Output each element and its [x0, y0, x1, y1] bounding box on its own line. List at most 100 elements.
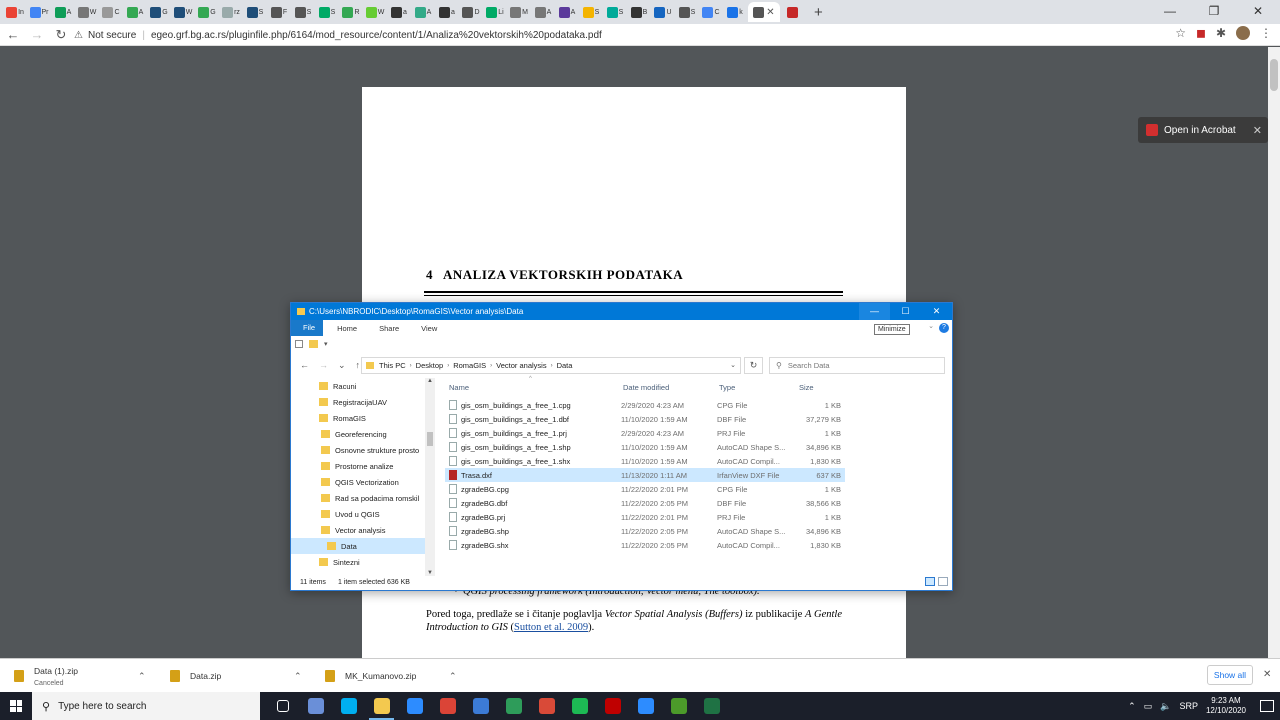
task-view-taskbar-button[interactable] — [266, 692, 299, 720]
ribbon-file-tab[interactable]: File — [291, 320, 324, 336]
star-icon[interactable]: ☆ — [1175, 26, 1186, 40]
maximize-button[interactable]: ☐ — [890, 303, 921, 320]
browser-tab[interactable]: B — [628, 2, 650, 22]
taskbar-search[interactable]: ⚲ Type here to search — [32, 692, 260, 720]
nav-tree-item[interactable]: Prostorne analize — [291, 458, 435, 474]
breadcrumb-item[interactable]: Desktop — [416, 361, 444, 370]
browser-tab[interactable]: C — [700, 2, 722, 22]
app-green-taskbar-button[interactable] — [497, 692, 530, 720]
nav-tree-item[interactable]: QGIS Vectorization — [291, 474, 435, 490]
open-in-acrobat-label[interactable]: Open in Acrobat — [1164, 125, 1236, 136]
file-row[interactable]: zgradeBG.prj 11/22/2020 2:01 PM PRJ File 1 … — [445, 510, 845, 524]
browser-tab[interactable]: F — [268, 2, 290, 22]
profile-avatar[interactable] — [1236, 26, 1250, 40]
download-item[interactable]: MK_Kumanovo.zip ⌃ — [325, 659, 465, 693]
qat-dropdown-icon[interactable]: ▾ — [324, 340, 328, 348]
help-icon[interactable]: ? — [939, 323, 949, 333]
app-n-taskbar-button[interactable] — [464, 692, 497, 720]
nav-tree-item[interactable]: Racuni — [291, 378, 435, 394]
browser-tab[interactable]: W — [364, 2, 386, 22]
app-red-taskbar-button[interactable] — [530, 692, 563, 720]
explorer-back-button[interactable]: ← — [300, 360, 309, 371]
browser-tab[interactable]: S — [676, 2, 698, 22]
new-tab-button[interactable]: + — [814, 4, 823, 21]
browser-tab[interactable]: S — [316, 2, 338, 22]
excel-taskbar-button[interactable] — [695, 692, 728, 720]
clock[interactable]: 9:23 AM 12/10/2020 — [1206, 696, 1246, 716]
ribbon-view-tab[interactable]: View — [421, 324, 437, 333]
scroll-up-icon[interactable]: ▲ — [427, 378, 433, 384]
details-view-icon[interactable] — [925, 577, 935, 586]
checkbox-icon[interactable] — [295, 340, 303, 348]
browser-tab[interactable]: A — [556, 2, 578, 22]
show-all-button[interactable]: Show all — [1207, 665, 1253, 685]
browser-tab[interactable]: G — [196, 2, 218, 22]
file-row[interactable]: zgradeBG.dbf 11/22/2020 2:05 PM DBF File 38… — [445, 496, 845, 510]
column-date[interactable]: Date modified — [623, 383, 669, 392]
breadcrumb-separator-icon[interactable]: › — [447, 363, 449, 369]
browser-tab[interactable]: A — [124, 2, 146, 22]
file-row[interactable]: gis_osm_buildings_a_free_1.dbf 11/10/2020… — [445, 412, 845, 426]
browser-tab[interactable]: S — [580, 2, 602, 22]
nav-tree-item[interactable]: Uvod u QGIS — [291, 506, 435, 522]
file-row[interactable]: zgradeBG.cpg 11/22/2020 2:01 PM CPG File 1 … — [445, 482, 845, 496]
app-s-taskbar-button[interactable] — [563, 692, 596, 720]
menu-icon[interactable]: ⋮ — [1260, 26, 1272, 40]
browser-tab[interactable]: S — [604, 2, 626, 22]
chrome-taskbar-button[interactable] — [431, 692, 464, 720]
network-icon[interactable]: ▭ — [1144, 701, 1153, 712]
file-row[interactable]: gis_osm_buildings_a_free_1.cpg 2/29/2020 … — [445, 398, 845, 412]
volume-icon[interactable]: 🔈 — [1160, 701, 1171, 712]
browser-tab[interactable]: rz — [220, 2, 242, 22]
browser-tab[interactable]: ✕ — [748, 2, 780, 22]
browser-tab[interactable]: a — [436, 2, 458, 22]
minimize-button[interactable]: — — [859, 303, 890, 320]
browser-minimize-button[interactable]: — — [1148, 0, 1192, 24]
forward-button[interactable]: → — [26, 27, 48, 42]
browser-tab[interactable]: In — [4, 2, 26, 22]
open-in-acrobat-banner[interactable]: Open in Acrobat ✕ — [1138, 117, 1268, 143]
up-button[interactable]: ↑ — [356, 360, 361, 371]
browser-tab[interactable]: A — [52, 2, 74, 22]
citation-link[interactable]: Sutton et al. 2009 — [514, 622, 588, 633]
browser-tab[interactable]: U — [652, 2, 674, 22]
close-button[interactable]: ✕ — [921, 303, 952, 320]
refresh-button[interactable]: ↻ — [744, 357, 763, 374]
browser-tab[interactable]: C — [100, 2, 122, 22]
start-button[interactable] — [0, 692, 32, 720]
column-name[interactable]: Name — [449, 383, 469, 392]
ribbon-home-tab[interactable]: Home — [337, 324, 357, 333]
address-bar[interactable]: ⚠ Not secure | egeo.grf.bg.ac.rs/pluginf… — [74, 25, 1189, 45]
file-explorer-taskbar-button[interactable] — [365, 692, 398, 720]
r-app-taskbar-button[interactable] — [299, 692, 332, 720]
navigation-scroll-thumb[interactable] — [427, 432, 433, 446]
back-button[interactable]: ← — [2, 27, 24, 42]
extensions-icon[interactable]: ✱ — [1216, 26, 1226, 40]
chevron-up-icon[interactable]: ⌃ — [138, 671, 146, 682]
browser-tab[interactable]: R — [340, 2, 362, 22]
browser-tab[interactable]: A — [532, 2, 554, 22]
file-row[interactable]: Trasa.dxf 11/13/2020 1:11 AM IrfanView DXF… — [445, 468, 845, 482]
breadcrumb-item[interactable]: Vector analysis — [496, 361, 546, 370]
chevron-up-icon[interactable]: ⌃ — [1128, 701, 1136, 712]
file-row[interactable]: gis_osm_buildings_a_free_1.shx 11/10/2020… — [445, 454, 845, 468]
nav-tree-item[interactable]: RegistracijaUAV — [291, 394, 435, 410]
browser-maximize-button[interactable]: ❐ — [1192, 0, 1236, 24]
explorer-forward-button[interactable]: → — [319, 360, 328, 371]
nav-tree-item[interactable]: RomaGIS — [291, 410, 435, 426]
breadcrumb-separator-icon[interactable]: › — [410, 363, 412, 369]
pdf-scrollbar[interactable] — [1268, 47, 1280, 658]
breadcrumb-separator-icon[interactable]: › — [490, 363, 492, 369]
tab-close-icon[interactable]: ✕ — [766, 7, 774, 18]
download-item[interactable]: Data.zip ⌃ — [170, 659, 310, 693]
pdf-scroll-thumb[interactable] — [1270, 59, 1278, 91]
download-item[interactable]: Data (1).zip Canceled ⌃ — [14, 659, 154, 693]
reload-button[interactable]: ↻ — [50, 27, 72, 43]
file-row[interactable]: zgradeBG.shp 11/22/2020 2:05 PM AutoCAD Sh… — [445, 524, 845, 538]
file-row[interactable]: gis_osm_buildings_a_free_1.prj 2/29/2020 … — [445, 426, 845, 440]
browser-close-button[interactable]: ✕ — [1236, 0, 1280, 24]
chevron-down-icon[interactable]: ⌄ — [928, 322, 934, 330]
ribbon-share-tab[interactable]: Share — [379, 324, 399, 333]
close-icon[interactable]: ✕ — [1263, 669, 1271, 680]
explorer-titlebar[interactable]: C:\Users\NBRODIC\Desktop\RomaGIS\Vector … — [291, 303, 952, 320]
